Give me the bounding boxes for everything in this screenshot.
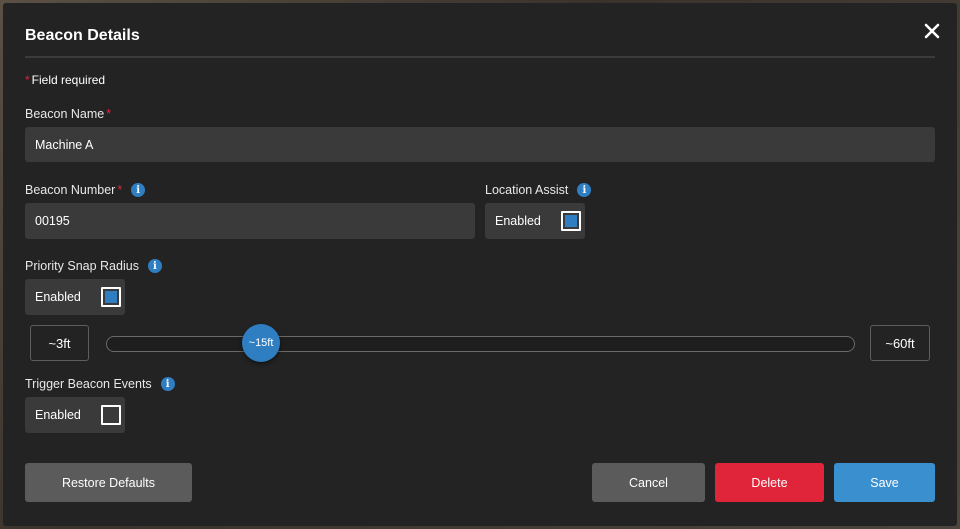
- priority-snap-radius-label-text: Priority Snap Radius: [25, 259, 139, 273]
- dialog-header: Beacon Details: [25, 23, 940, 58]
- location-assist-label-text: Location Assist: [485, 183, 569, 197]
- priority-snap-radius-toggle[interactable]: Enabled: [25, 279, 125, 315]
- restore-defaults-button[interactable]: Restore Defaults: [25, 463, 192, 502]
- location-assist-toggle[interactable]: Enabled: [485, 203, 585, 239]
- info-icon[interactable]: i: [577, 183, 592, 197]
- slider-max-label: ~60ft: [870, 325, 930, 361]
- priority-snap-radius-toggle-label: Enabled: [35, 290, 81, 304]
- trigger-beacon-events-toggle-label: Enabled: [35, 408, 81, 422]
- save-button[interactable]: Save: [834, 463, 935, 502]
- beacon-name-input[interactable]: Machine A: [25, 127, 935, 162]
- trigger-beacon-events-checkbox[interactable]: [101, 405, 121, 425]
- beacon-name-label-text: Beacon Name: [25, 107, 105, 121]
- snap-radius-slider-thumb[interactable]: ~15ft: [242, 324, 281, 362]
- priority-snap-radius-checkbox[interactable]: [101, 287, 121, 307]
- priority-snap-radius-label: Priority Snap Radius i: [25, 259, 162, 273]
- info-icon[interactable]: i: [147, 259, 162, 273]
- beacon-number-input[interactable]: 00195: [25, 203, 475, 239]
- beacon-number-value: 00195: [35, 214, 70, 228]
- location-assist-checkbox[interactable]: [561, 211, 581, 231]
- required-note-text: Field required: [31, 73, 106, 87]
- location-assist-toggle-label: Enabled: [495, 214, 541, 228]
- cancel-button[interactable]: Cancel: [592, 463, 705, 502]
- trigger-beacon-events-toggle[interactable]: Enabled: [25, 397, 125, 433]
- beacon-details-dialog: Beacon Details * Field required Beacon Na…: [3, 3, 957, 526]
- required-marker: *: [117, 183, 123, 197]
- required-field-note: * Field required: [25, 73, 105, 87]
- required-marker: *: [106, 107, 112, 121]
- dialog-title: Beacon Details: [25, 27, 140, 44]
- info-icon[interactable]: i: [131, 183, 146, 197]
- trigger-beacon-events-label-text: Trigger Beacon Events: [25, 377, 152, 391]
- beacon-number-label: Beacon Number * i: [25, 183, 146, 197]
- beacon-number-label-text: Beacon Number: [25, 183, 116, 197]
- beacon-name-label: Beacon Name *: [25, 107, 111, 121]
- close-icon[interactable]: [920, 19, 944, 43]
- trigger-beacon-events-label: Trigger Beacon Events i: [25, 377, 175, 391]
- slider-min-label: ~3ft: [30, 325, 89, 361]
- required-marker: *: [25, 73, 30, 87]
- info-icon[interactable]: i: [160, 377, 175, 391]
- delete-button[interactable]: Delete: [715, 463, 824, 502]
- location-assist-label: Location Assist i: [485, 183, 592, 197]
- beacon-name-value: Machine A: [35, 137, 94, 152]
- snap-radius-slider-track[interactable]: [106, 336, 855, 352]
